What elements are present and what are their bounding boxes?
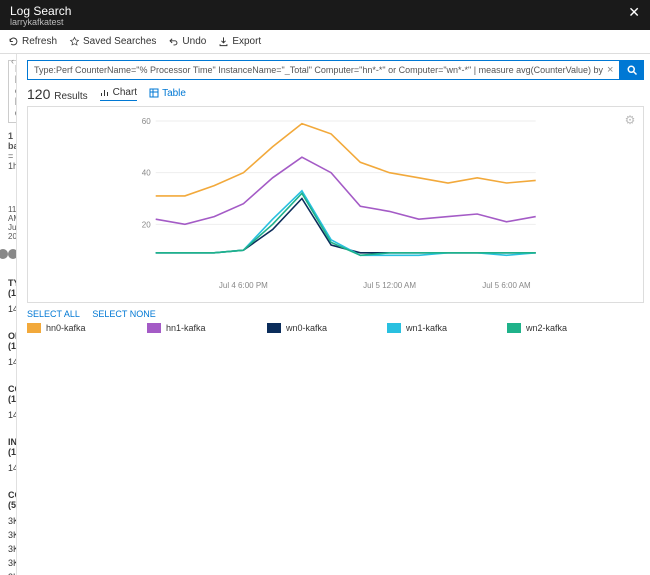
tab-table[interactable]: Table — [149, 88, 186, 101]
legend-swatch — [507, 323, 521, 333]
facet-count: 3K — [8, 558, 17, 568]
svg-text:Jul 4 6:00 PM: Jul 4 6:00 PM — [219, 281, 268, 290]
legend-item[interactable]: wn2-kafka — [507, 323, 597, 333]
legend-item[interactable]: wn1-kafka — [387, 323, 477, 333]
export-icon — [218, 36, 229, 47]
toolbar: Refresh Saved Searches Undo Export — [0, 30, 650, 54]
chart-icon — [100, 88, 110, 98]
facet-count: 14K — [8, 410, 17, 420]
svg-text:40: 40 — [142, 169, 151, 178]
refresh-button[interactable]: Refresh — [8, 36, 57, 47]
legend-label: wn2-kafka — [526, 323, 567, 333]
select-none-link[interactable]: SELECT NONE — [92, 309, 155, 319]
refresh-icon — [8, 36, 19, 47]
page-title: Log Search — [10, 4, 71, 18]
table-icon — [149, 88, 159, 98]
legend-controls: SELECT ALL SELECT NONE — [27, 309, 644, 319]
close-icon[interactable]: ✕ — [628, 4, 640, 21]
tab-chart[interactable]: Chart — [100, 87, 137, 101]
legend-swatch — [27, 323, 41, 333]
select-all-link[interactable]: SELECT ALL — [27, 309, 80, 319]
star-icon — [69, 36, 80, 47]
legend-item[interactable]: wn0-kafka — [267, 323, 357, 333]
clear-search-icon[interactable]: × — [607, 64, 613, 76]
svg-text:60: 60 — [142, 117, 151, 126]
collapse-sidebar-icon[interactable]: ‹ — [11, 56, 14, 66]
search-icon — [626, 64, 638, 76]
histogram-start-label: 11:30:47 AM Jul 4, 2017 — [8, 205, 17, 241]
results-count: 120 Results — [27, 86, 88, 102]
legend-swatch — [147, 323, 161, 333]
search-input[interactable]: Type:Perf CounterName="% Processor Time"… — [27, 60, 620, 80]
legend-swatch — [387, 323, 401, 333]
facet-count: 14K — [8, 304, 17, 314]
content-area: Type:Perf CounterName="% Processor Time"… — [17, 54, 650, 575]
svg-text:Jul 5 12:00 AM: Jul 5 12:00 AM — [363, 281, 416, 290]
legend-label: hn1-kafka — [166, 323, 206, 333]
svg-text:20: 20 — [142, 220, 151, 229]
search-button[interactable] — [620, 60, 644, 80]
facet-count: 3K — [8, 530, 17, 540]
chart-container: ⚙ 20 40 60 Jul 4 6:00 PM Jul 5 12:00 AM Jul 5… — [27, 106, 644, 303]
undo-icon — [168, 36, 179, 47]
page-subtitle: larrykafkatest — [10, 17, 71, 27]
legend-label: hn0-kafka — [46, 323, 86, 333]
legend-swatch — [267, 323, 281, 333]
sidebar: ‹ Data based on last 1 day ⌄ 1 bar = 1hr… — [0, 54, 17, 575]
legend-label: wn0-kafka — [286, 323, 327, 333]
export-button[interactable]: Export — [218, 36, 261, 47]
titlebar: Log Search larrykafkatest ✕ — [0, 0, 650, 30]
legend-item[interactable]: hn1-kafka — [147, 323, 237, 333]
chart-settings-icon[interactable]: ⚙ — [625, 113, 636, 127]
svg-text:Jul 5 6:00 AM: Jul 5 6:00 AM — [482, 281, 531, 290]
line-chart[interactable]: 20 40 60 Jul 4 6:00 PM Jul 5 12:00 AM Jul 5 6… — [34, 113, 637, 293]
facet-count: 3K — [8, 544, 17, 554]
legend-label: wn1-kafka — [406, 323, 447, 333]
facet-count: 14K — [8, 463, 17, 473]
legend-item[interactable]: hn0-kafka — [27, 323, 117, 333]
saved-searches-button[interactable]: Saved Searches — [69, 36, 156, 47]
facet-count: 3K — [8, 516, 17, 526]
undo-button[interactable]: Undo — [168, 36, 206, 47]
facet-count: 14K — [8, 357, 17, 367]
date-range-select[interactable]: Data based on last 1 day ⌄ — [8, 60, 17, 123]
